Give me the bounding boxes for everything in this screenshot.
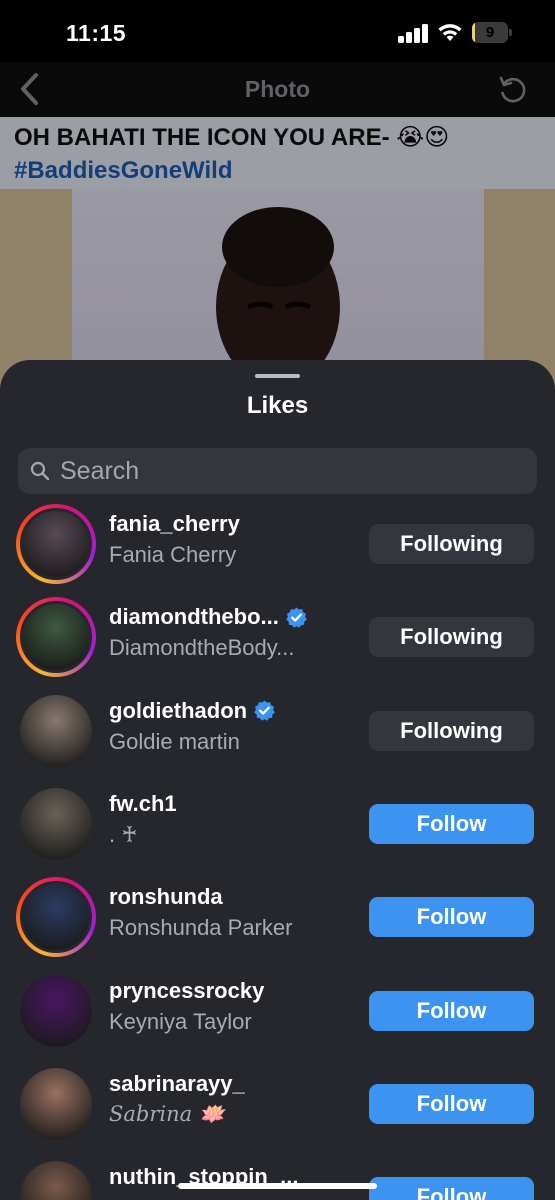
list-item[interactable]: goldiethadon Goldie martin Following — [0, 687, 555, 780]
username-line: diamondthebo... — [109, 603, 308, 631]
likes-sheet: Likes fania_cherryFania CherryFollowingd… — [0, 360, 555, 1200]
following-button[interactable]: Following — [369, 524, 534, 564]
full-name: Fania Cherry — [109, 542, 237, 567]
username-line: fw.ch1 — [109, 790, 177, 818]
list-item[interactable]: pryncessrocky Keyniya Taylor Follow — [0, 967, 555, 1060]
following-button[interactable]: Following — [369, 617, 534, 658]
avatar-ring[interactable] — [16, 971, 96, 1051]
following-button[interactable]: Following — [369, 710, 534, 751]
search-icon — [30, 461, 50, 481]
refresh-icon[interactable] — [497, 74, 529, 106]
list-item[interactable]: nuthin_stoppin_... Follow — [0, 1153, 555, 1200]
full-name: Ronshunda Parker — [109, 915, 293, 941]
status-bar: 11:15 9 — [0, 0, 555, 62]
username[interactable]: diamondthebo... — [109, 604, 279, 630]
username[interactable]: goldiethadon — [109, 698, 247, 724]
drag-handle[interactable] — [255, 374, 300, 378]
avatar — [20, 601, 92, 674]
avatar-ring[interactable] — [16, 504, 96, 584]
avatar — [20, 974, 92, 1047]
username[interactable]: fw.ch1 — [109, 791, 177, 817]
nav-bar: Photo — [0, 62, 555, 117]
avatar — [20, 787, 92, 860]
full-name: . ♰ — [109, 821, 138, 847]
avatar — [20, 508, 92, 580]
username[interactable]: sabrinarayy_ — [109, 1071, 245, 1097]
status-time: 11:15 — [66, 20, 127, 46]
sheet-title: Likes — [246, 392, 309, 419]
username-line: pryncessrocky — [109, 977, 264, 1005]
username-line: fania_cherry — [109, 510, 240, 538]
username-line: sabrinarayy_ — [109, 1070, 245, 1098]
username[interactable]: pryncessrocky — [109, 978, 264, 1004]
avatar — [20, 1161, 92, 1200]
username-line: goldiethadon — [109, 697, 276, 725]
full-name: DiamondtheBody... — [109, 635, 295, 661]
full-name: Keyniya Taylor — [109, 1008, 252, 1034]
wifi-icon — [438, 24, 462, 41]
avatar — [20, 881, 92, 954]
page-title: Photo — [244, 76, 311, 102]
follow-button[interactable]: Follow — [369, 803, 534, 844]
list-item[interactable]: ronshunda Ronshunda Parker Follow — [0, 873, 555, 966]
follow-button[interactable]: Follow — [369, 990, 534, 1031]
avatar — [20, 1067, 92, 1140]
avatar-ring[interactable] — [16, 597, 96, 678]
battery-level: 9 — [485, 24, 495, 41]
verified-badge-icon — [254, 700, 275, 721]
signal-icon — [398, 23, 430, 43]
username[interactable]: ronshunda — [109, 884, 223, 910]
list-item[interactable]: fania_cherry Fania Cherry Following — [0, 500, 555, 593]
follow-button[interactable]: Follow — [369, 897, 534, 938]
search-input[interactable] — [60, 448, 520, 494]
avatar-ring[interactable] — [16, 877, 96, 958]
home-indicator — [178, 1183, 377, 1189]
avatar-ring[interactable] — [16, 691, 96, 771]
follow-button[interactable]: Follow — [369, 1083, 534, 1124]
follow-button[interactable]: Follow — [369, 1177, 534, 1200]
username-line: ronshunda — [109, 883, 223, 911]
list-item[interactable]: sabrinarayy_ Sabrina 🪷 Follow — [0, 1060, 555, 1153]
username[interactable]: fania_cherry — [109, 511, 240, 537]
list-item[interactable]: diamondthebo... DiamondtheBody... Followin… — [0, 593, 555, 686]
battery-icon: 9 — [472, 22, 512, 43]
avatar-ring[interactable] — [16, 784, 96, 864]
full-name: Goldie martin — [109, 728, 240, 754]
avatar-ring[interactable] — [16, 1064, 96, 1144]
verified-badge-icon — [286, 607, 307, 628]
full-name: Sabrina 🪷 — [109, 1101, 225, 1126]
list-item[interactable]: fw.ch1 . ♰ Follow — [0, 780, 555, 873]
search-bar[interactable] — [18, 448, 537, 494]
avatar-ring[interactable] — [16, 1157, 96, 1200]
avatar — [20, 694, 92, 767]
